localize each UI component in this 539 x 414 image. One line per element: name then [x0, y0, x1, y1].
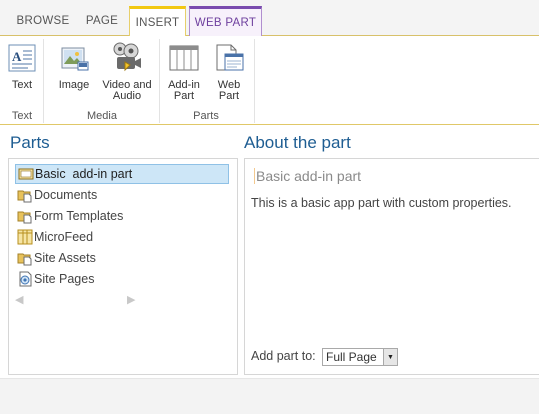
image-button[interactable]: Image	[58, 42, 90, 91]
part-item-label: Site Pages	[34, 272, 95, 286]
group-label-text: Text	[11, 110, 33, 122]
next-page-arrow-icon[interactable]: ▶	[127, 293, 135, 306]
part-item-site-pages[interactable]: Site Pages	[15, 269, 229, 289]
text-button-label: Text	[11, 79, 33, 91]
about-part-panel	[244, 158, 539, 375]
ribbon-tab-bar: BROWSE PAGE INSERT WEB PART	[0, 0, 539, 37]
add-part-to-value: Full Page	[326, 350, 377, 364]
about-part-heading: About the part	[244, 133, 351, 152]
part-item-form-templates[interactable]: Form Templates	[15, 206, 229, 226]
chevron-down-icon[interactable]: ▼	[383, 349, 397, 365]
part-item-label: MicroFeed	[34, 230, 94, 244]
add-in-part-icon	[18, 166, 34, 182]
part-item-label: Basic add-in part	[35, 167, 133, 181]
document-library-icon	[17, 187, 33, 203]
wiki-page-library-icon	[17, 271, 33, 287]
footer-band	[0, 378, 539, 414]
web-part-button[interactable]: Web Part	[213, 42, 245, 102]
add-part-to-label: Add part to:	[251, 349, 316, 363]
document-library-icon	[17, 208, 33, 224]
part-item-documents[interactable]: Documents	[15, 185, 229, 205]
group-separator	[159, 39, 160, 123]
image-icon	[58, 42, 90, 74]
video-audio-icon	[111, 42, 143, 74]
selected-part-name: Basic add-in part	[254, 168, 362, 184]
add-part-to-select[interactable]: Full Page ▼	[322, 348, 398, 366]
web-part-icon	[213, 42, 245, 74]
web-part-button-label: Web Part	[217, 79, 241, 102]
group-label-media: Media	[87, 110, 117, 122]
list-icon	[17, 229, 33, 245]
tab-browse[interactable]: BROWSE	[9, 6, 77, 36]
tab-page[interactable]: PAGE	[79, 6, 125, 36]
parts-heading: Parts	[10, 133, 50, 152]
part-item-basic-add-in-part[interactable]: Basic add-in part	[15, 164, 229, 184]
tab-insert[interactable]: INSERT	[129, 6, 186, 37]
text-icon: A	[6, 42, 38, 74]
previous-page-arrow-icon[interactable]: ◀	[15, 293, 23, 306]
part-item-microfeed[interactable]: MicroFeed	[15, 227, 229, 247]
document-library-icon	[17, 250, 33, 266]
tab-web-part[interactable]: WEB PART	[189, 6, 262, 36]
group-separator	[254, 39, 255, 123]
add-in-part-icon	[168, 42, 200, 74]
svg-text:A: A	[12, 49, 22, 64]
selected-part-description: This is a basic app part with custom pro…	[251, 196, 512, 210]
part-item-label: Site Assets	[34, 251, 96, 265]
part-item-label: Form Templates	[34, 209, 124, 223]
video-audio-button-label: Video and Audio	[102, 79, 152, 102]
text-button[interactable]: A Text	[6, 42, 38, 91]
group-label-parts: Parts	[193, 110, 219, 122]
part-item-site-assets[interactable]: Site Assets	[15, 248, 229, 268]
add-in-part-button[interactable]: Add-in Part	[168, 42, 200, 102]
add-in-part-button-label: Add-in Part	[168, 79, 200, 102]
group-separator	[43, 39, 44, 123]
ribbon: A Text Text Image Video and Audio Media …	[0, 36, 539, 125]
part-item-label: Documents	[34, 188, 98, 202]
video-audio-button[interactable]: Video and Audio	[99, 42, 155, 102]
image-button-label: Image	[58, 79, 90, 91]
